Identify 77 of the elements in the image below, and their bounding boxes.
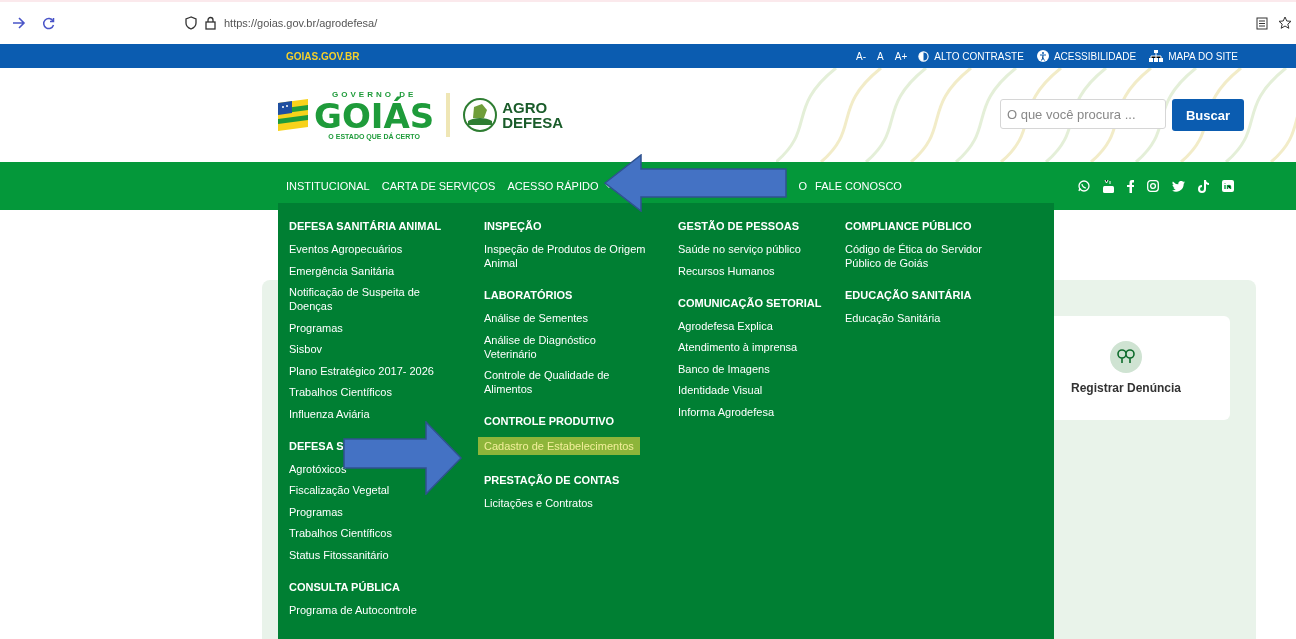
- menu-heading: INSPEÇÃO: [484, 219, 542, 233]
- menu-heading: COMUNICAÇÃO SETORIAL: [678, 295, 822, 310]
- menu-link[interactable]: Recursos Humanos: [678, 263, 775, 278]
- menu-link[interactable]: Análise de Sementes: [484, 311, 588, 325]
- url-text[interactable]: https://goias.gov.br/agrodefesa/: [224, 17, 378, 29]
- menu-heading: CONSULTA PÚBLICA: [289, 579, 400, 594]
- menu-link[interactable]: Informa Agrodefesa: [678, 404, 774, 419]
- tiktok-icon[interactable]: [1198, 179, 1209, 193]
- menu-link[interactable]: Código de Ética do Servidor Público de Goiás: [845, 242, 999, 270]
- facebook-icon[interactable]: [1127, 179, 1134, 193]
- menu-link[interactable]: Trabalhos Científicos: [289, 385, 392, 399]
- menu-link[interactable]: Banco de Imagens: [678, 361, 770, 376]
- menu-heading: LABORATÓRIOS: [484, 288, 573, 302]
- gov-bar-link[interactable]: ACESSIBILIDADE: [1053, 50, 1137, 62]
- font-size-link[interactable]: A-: [856, 50, 867, 62]
- menu-heading: COMPLIANCE PÚBLICO: [845, 219, 972, 233]
- menu-link[interactable]: Programas: [289, 320, 343, 335]
- nav-link[interactable]: INSTITUCIONAL: [286, 180, 370, 192]
- menu-link[interactable]: Programa de Autocontrole: [289, 602, 417, 617]
- menu-link[interactable]: Programas: [289, 504, 343, 519]
- nav-link[interactable]: ACESSO RÁPIDO: [507, 180, 599, 192]
- agency-name: DEFESA: [502, 115, 564, 130]
- menu-link[interactable]: Status Fitossanitário: [289, 547, 389, 562]
- whatsapp-icon[interactable]: [1078, 180, 1090, 192]
- menu-link[interactable]: Atendimento à imprensa: [678, 340, 798, 354]
- menu-link[interactable]: Eventos Agropecuários: [289, 242, 403, 256]
- menu-link[interactable]: Fiscalização Vegetal: [289, 483, 390, 497]
- menu-link[interactable]: Plano Estratégico 2017- 2026: [289, 363, 434, 378]
- nav-link[interactable]: FALE CONOSCO: [815, 180, 902, 192]
- menu-link[interactable]: Análise de Diagnóstico Veterinário: [484, 332, 648, 361]
- contrast-icon: [918, 50, 930, 62]
- sitemap-icon: [1149, 50, 1164, 62]
- menu-link[interactable]: Identidade Visual: [678, 383, 763, 397]
- trees-icon: [1110, 341, 1142, 373]
- font-size-link[interactable]: A: [877, 50, 884, 62]
- menu-link[interactable]: Agrotóxicos: [289, 461, 347, 476]
- linkedin-icon[interactable]: [1222, 180, 1234, 192]
- menu-link[interactable]: Educação Sanitária: [845, 311, 941, 325]
- search-field[interactable]: O que você procura ...: [999, 99, 1166, 129]
- shield-icon: [185, 16, 197, 30]
- search-button[interactable]: Buscar: [1171, 99, 1244, 131]
- instagram-icon[interactable]: [1147, 180, 1159, 192]
- menu-link[interactable]: Saúde no serviço público: [678, 242, 801, 256]
- menu-heading: DEFESA S: [289, 438, 344, 453]
- menu-link[interactable]: Inspeção de Produtos de Origem Animal: [484, 242, 648, 270]
- agency-badge-icon: [462, 97, 499, 133]
- gov-bar-link[interactable]: ALTO CONTRASTE: [934, 50, 1024, 62]
- youtube-icon[interactable]: [1103, 179, 1114, 193]
- menu-heading: GESTÃO DE PESSOAS: [678, 219, 800, 233]
- menu-link[interactable]: Sisbov: [289, 342, 323, 356]
- menu-link[interactable]: Controle de Qualidade de Alimentos: [484, 368, 648, 396]
- font-size-link[interactable]: A+: [894, 50, 908, 62]
- accessibility-icon: [1036, 50, 1049, 62]
- menu-heading: CONTROLE PRODUTIVO: [484, 414, 615, 428]
- flag-icon: [278, 97, 310, 133]
- reader-view-icon[interactable]: [1256, 16, 1268, 30]
- star-icon[interactable]: [1278, 16, 1292, 30]
- menu-heading: DEFESA SANITÁRIA ANIMAL: [289, 219, 442, 233]
- menu-link[interactable]: Emergência Sanitária: [289, 263, 395, 278]
- logo-title: GOIÁS: [314, 98, 435, 133]
- gov-site-link[interactable]: GOIAS.GOV.BR: [286, 50, 360, 62]
- forward-arrow-icon[interactable]: [12, 17, 26, 29]
- menu-link[interactable]: Licitações e Contratos: [484, 496, 593, 510]
- agency-name: AGRO: [502, 100, 549, 115]
- card-label: Registrar Denúncia: [1070, 381, 1181, 395]
- nav-link[interactable]: O: [798, 180, 808, 192]
- nav-link[interactable]: CARTA DE SERVIÇOS: [381, 180, 496, 192]
- gov-bar-link[interactable]: MAPA DO SITE: [1168, 50, 1238, 62]
- reload-icon[interactable]: [42, 16, 55, 30]
- lock-icon: [205, 16, 216, 30]
- menu-link[interactable]: Trabalhos Científicos: [289, 526, 392, 540]
- menu-link[interactable]: Notificação de Suspeita de Doenças: [289, 285, 456, 313]
- menu-link[interactable]: Influenza Aviária: [289, 406, 370, 421]
- menu-heading: EDUCAÇÃO SANITÁRIA: [845, 288, 972, 302]
- twitter-icon[interactable]: [1172, 180, 1185, 192]
- menu-heading: PRESTAÇÃO DE CONTAS: [484, 473, 620, 487]
- menu-link[interactable]: Agrodefesa Explica: [678, 318, 773, 333]
